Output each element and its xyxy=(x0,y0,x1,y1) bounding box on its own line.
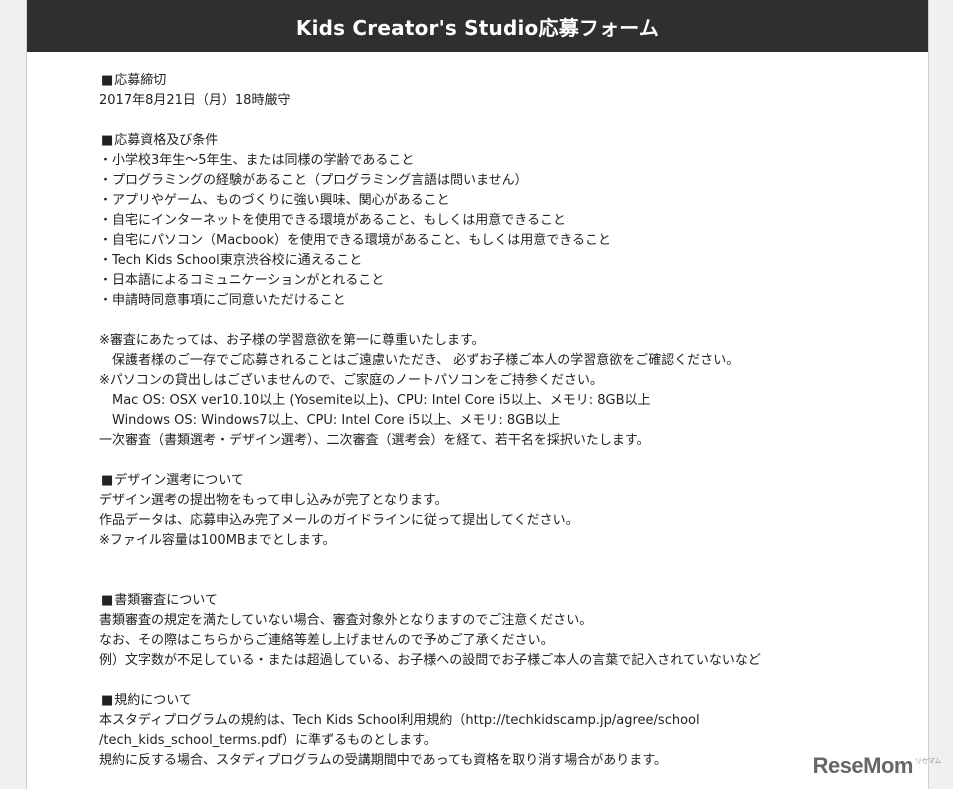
form-content: 応募締切 2017年8月21日（月）18時厳守 応募資格及び条件 ・小学校3年生… xyxy=(99,71,918,771)
note-line: Windows OS: Windows7以上、CPU: Intel Core i… xyxy=(99,413,561,428)
eligibility-line: ・小学校3年生〜5年生、または同様の学齢であること xyxy=(99,153,415,168)
eligibility-line: ・自宅にインターネットを使用できる環境があること、もしくは用意できること xyxy=(99,213,566,228)
terms-line: 本スタディプログラムの規約は、Tech Kids School利用規約（http… xyxy=(99,713,700,728)
resemom-logo-text: ReseMom xyxy=(812,753,914,778)
eligibility-line: ・プログラミングの経験があること（プログラミング言語は問いません） xyxy=(99,173,528,188)
page-title: Kids Creator's Studio応募フォーム xyxy=(295,15,660,40)
document-review-line: なお、その際はこちらからご連絡等差し上げませんので予めご了承ください。 xyxy=(99,633,554,648)
eligibility-line: ・自宅にパソコン（Macbook）を使用できる環境があること、もしくは用意できる… xyxy=(99,233,611,248)
terms-line: /tech_kids_school_terms.pdf）に準ずるものとします。 xyxy=(99,733,437,748)
eligibility-line: ・日本語によるコミュニケーションがとれること xyxy=(99,273,385,288)
eligibility-section: 応募資格及び条件 ・小学校3年生〜5年生、または同様の学齢であること ・プログラ… xyxy=(99,131,918,311)
design-line: デザイン選考の提出物をもって申し込みが完了となります。 xyxy=(99,493,448,508)
eligibility-heading: 応募資格及び条件 xyxy=(99,131,918,151)
terms-heading: 規約について xyxy=(99,691,918,711)
eligibility-line: ・Tech Kids School東京渋谷校に通えること xyxy=(99,253,363,268)
eligibility-line: ・アプリやゲーム、ものづくりに強い興味、関心があること xyxy=(99,193,450,208)
eligibility-line: ・申請時同意事項にご同意いただけること xyxy=(99,293,346,308)
document-review-heading: 書類審査について xyxy=(99,591,918,611)
deadline-heading: 応募締切 xyxy=(99,71,918,91)
design-line: 作品データは、応募申込み完了メールのガイドラインに従って提出してください。 xyxy=(99,513,579,528)
deadline-line: 2017年8月21日（月）18時厳守 xyxy=(99,93,291,108)
note-line: ※審査にあたっては、お子様の学習意欲を第一に尊重いたします。 xyxy=(99,333,485,348)
note-line: 一次審査（書類選考・デザイン選考）、二次審査（選考会）を経て、若干名を採択いたし… xyxy=(99,433,650,448)
note-line: Mac OS: OSX ver10.10以上 (Yosemite以上)、CPU:… xyxy=(99,393,651,408)
design-section: デザイン選考について デザイン選考の提出物をもって申し込みが完了となります。 作… xyxy=(99,471,918,551)
document-review-line: 書類審査の規定を満たしていない場合、審査対象外となりますのでご注意ください。 xyxy=(99,613,593,628)
design-line: ※ファイル容量は100MBまでとします。 xyxy=(99,533,336,548)
note-line: ※パソコンの貸出しはございませんので、ご家庭のノートパソコンをご持参ください。 xyxy=(99,373,603,388)
terms-line: 規約に反する場合、スタディプログラムの受講期間中であっても資格を取り消す場合があ… xyxy=(99,753,667,768)
document-review-section: 書類審査について 書類審査の規定を満たしていない場合、審査対象外となりますのでご… xyxy=(99,591,918,671)
document-review-line: 例）文字数が不足している・または超過している、お子様への設問でお子様ご本人の言葉… xyxy=(99,653,761,668)
terms-section: 規約について 本スタディプログラムの規約は、Tech Kids School利用… xyxy=(99,691,918,771)
resemom-logo: ReseMom リセマム xyxy=(812,753,942,779)
deadline-section: 応募締切 2017年8月21日（月）18時厳守 xyxy=(99,71,918,111)
notes-section: ※審査にあたっては、お子様の学習意欲を第一に尊重いたします。 保護者様のご一存で… xyxy=(99,331,918,451)
design-heading: デザイン選考について xyxy=(99,471,918,491)
resemom-logo-small: リセマム xyxy=(915,758,942,765)
form-panel: Kids Creator's Studio応募フォーム 応募締切 2017年8月… xyxy=(26,0,929,789)
note-line: 保護者様のご一存でご応募されることはご遠慮いただき、 必ずお子様ご本人の学習意欲… xyxy=(99,353,740,368)
form-header: Kids Creator's Studio応募フォーム xyxy=(27,0,928,52)
